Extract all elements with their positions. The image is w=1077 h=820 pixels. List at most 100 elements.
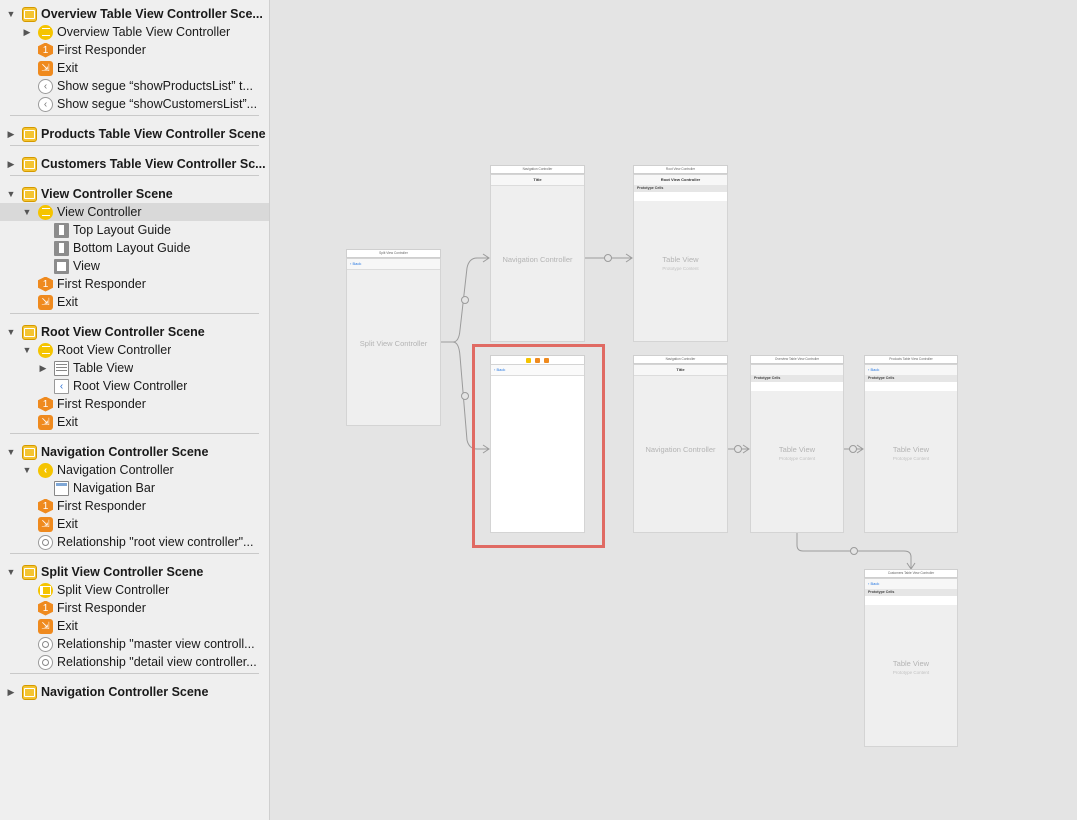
split-view-controller-icon [38, 582, 53, 598]
outline-row-label: Exit [57, 295, 78, 309]
disclosure-collapsed-icon[interactable]: ▶ [6, 129, 16, 139]
outline-row[interactable]: ▼ Root View Controller Scene [0, 323, 269, 341]
outline-row-label: Exit [57, 517, 78, 531]
outline-row[interactable]: Split View Controller [0, 581, 269, 599]
disclosure-collapsed-icon[interactable]: ▶ [38, 363, 48, 373]
scene-icon [22, 6, 37, 22]
disclosure-collapsed-icon[interactable]: ▶ [22, 27, 32, 37]
outline-row[interactable]: ▼ Navigation Controller Scene [0, 443, 269, 461]
nav-bar-title: Title [634, 365, 727, 376]
prototype-cell [751, 382, 843, 391]
outline-row[interactable]: ⇲ Exit [0, 293, 269, 311]
outline-row-label: Table View [73, 361, 134, 375]
outline-row-label: Exit [57, 415, 78, 429]
outline-row[interactable]: ▼ Overview Table View Controller Sce... [0, 5, 269, 23]
table-view-label: Table View [892, 659, 930, 669]
relationship-icon [38, 636, 53, 652]
root-view-controller-scene[interactable]: Root View Controller Root View Controlle… [633, 165, 728, 342]
customers-table-view-controller-scene[interactable]: Customers Table View Controller ‹ Back P… [864, 569, 958, 747]
scene-header: Navigation Controller [633, 355, 728, 364]
disclosure-expanded-icon[interactable]: ▼ [22, 345, 32, 355]
disclosure-expanded-icon[interactable]: ▼ [22, 465, 32, 475]
scene-header: Root View Controller [633, 165, 728, 174]
outline-row[interactable]: View [0, 257, 269, 275]
scene-icon [22, 684, 37, 700]
outline-row[interactable]: 1 First Responder [0, 497, 269, 515]
disclosure-expanded-icon[interactable]: ▼ [22, 207, 32, 217]
disclosure-expanded-icon[interactable]: ▼ [6, 567, 16, 577]
outline-row[interactable]: ⇲ Exit [0, 617, 269, 635]
outline-row-label: Customers Table View Controller Sc... [41, 157, 266, 171]
scene-center-label: Table View Prototype Content [865, 445, 957, 461]
prototype-cell [865, 596, 957, 605]
outline-row[interactable]: 1 First Responder [0, 599, 269, 617]
outline-row[interactable]: ⇲ Exit [0, 413, 269, 431]
view-controller-scene[interactable]: ‹ Back [490, 355, 585, 533]
outline-row-label: Navigation Controller Scene [41, 685, 209, 699]
view-controller-icon[interactable] [526, 357, 531, 363]
products-table-view-controller-scene[interactable]: Products Table View Controller ‹ Back Pr… [864, 355, 958, 533]
scene-icon [22, 324, 37, 340]
storyboard-canvas[interactable]: Split View Controller ‹ Back Split View … [270, 0, 1077, 820]
overview-table-view-controller-scene[interactable]: Overview Table View Controller Prototype… [750, 355, 844, 533]
outline-row-label: Navigation Controller Scene [41, 445, 209, 459]
outline-row[interactable]: Top Layout Guide [0, 221, 269, 239]
prototype-content-label: Prototype Content [662, 265, 699, 271]
outline-row-label: Top Layout Guide [73, 223, 171, 237]
outline-row[interactable]: ▼ View Controller [0, 203, 269, 221]
first-responder-icon: 1 [38, 396, 53, 412]
navigation-controller-icon: ‹ [38, 462, 53, 478]
outline-row[interactable]: ▶ Table View [0, 359, 269, 377]
outline-row[interactable]: ▼ View Controller Scene [0, 185, 269, 203]
outline-row[interactable]: ▶ Products Table View Controller Scene [0, 125, 269, 143]
scene-header: Split View Controller [346, 249, 441, 258]
outline-row[interactable]: ▶ Customers Table View Controller Sc... [0, 155, 269, 173]
prototype-cell [865, 382, 957, 391]
relationship-icon [38, 534, 53, 550]
outline-row-label: Relationship "detail view controller... [57, 655, 257, 669]
outline-row[interactable]: 1 First Responder [0, 41, 269, 59]
view-controller-icon [38, 24, 53, 40]
scene-separator [10, 553, 259, 554]
outline-row[interactable]: ▶ Navigation Controller Scene [0, 683, 269, 701]
outline-row[interactable]: 1 First Responder [0, 395, 269, 413]
navigation-controller-scene-top[interactable]: Navigation Controller Title Navigation C… [490, 165, 585, 342]
disclosure-expanded-icon[interactable]: ▼ [6, 327, 16, 337]
outline-row[interactable]: 1 First Responder [0, 275, 269, 293]
split-view-controller-scene[interactable]: Split View Controller ‹ Back Split View … [346, 249, 441, 426]
first-responder-icon[interactable] [535, 357, 540, 363]
outline-row-label: Show segue “showCustomersList”... [57, 97, 258, 111]
prototype-cells-header: Prototype Cells [865, 589, 957, 596]
disclosure-collapsed-icon[interactable]: ▶ [6, 687, 16, 697]
scene-separator [10, 145, 259, 146]
outline-row[interactable]: ▼ ‹ Navigation Controller [0, 461, 269, 479]
outline-row[interactable]: Navigation Bar [0, 479, 269, 497]
outline-row[interactable]: ‹ Show segue “showProductsList” t... [0, 77, 269, 95]
outline-row[interactable]: Relationship "detail view controller... [0, 653, 269, 671]
outline-row[interactable]: ▶ Overview Table View Controller [0, 23, 269, 41]
outline-row[interactable]: Bottom Layout Guide [0, 239, 269, 257]
disclosure-expanded-icon[interactable]: ▼ [6, 9, 16, 19]
outline-row[interactable]: ▼ Split View Controller Scene [0, 563, 269, 581]
outline-row-label: Show segue “showProductsList” t... [57, 79, 253, 93]
view-controller-icon [38, 204, 53, 220]
exit-icon[interactable] [544, 357, 549, 363]
navigation-controller-scene-bottom[interactable]: Navigation Controller Title Navigation C… [633, 355, 728, 533]
disclosure-expanded-icon[interactable]: ▼ [6, 189, 16, 199]
outline-row[interactable]: ‹ Show segue “showCustomersList”... [0, 95, 269, 113]
back-button: ‹ Back [868, 581, 880, 586]
view-icon [54, 258, 69, 274]
outline-row[interactable]: ▼ Root View Controller [0, 341, 269, 359]
outline-row[interactable]: ⇲ Exit [0, 59, 269, 77]
scene-icon [22, 564, 37, 580]
prototype-cells-header: Prototype Cells [751, 375, 843, 382]
prototype-cells-header: Prototype Cells [634, 185, 727, 192]
outline-row[interactable]: Relationship "root view controller"... [0, 533, 269, 551]
outline-row[interactable]: ‹ Root View Controller [0, 377, 269, 395]
back-label: Back [352, 261, 362, 266]
outline-row[interactable]: Relationship "master view controll... [0, 635, 269, 653]
disclosure-collapsed-icon[interactable]: ▶ [6, 159, 16, 169]
disclosure-expanded-icon[interactable]: ▼ [6, 447, 16, 457]
outline-row[interactable]: ⇲ Exit [0, 515, 269, 533]
back-button: ‹ Back [868, 367, 880, 372]
